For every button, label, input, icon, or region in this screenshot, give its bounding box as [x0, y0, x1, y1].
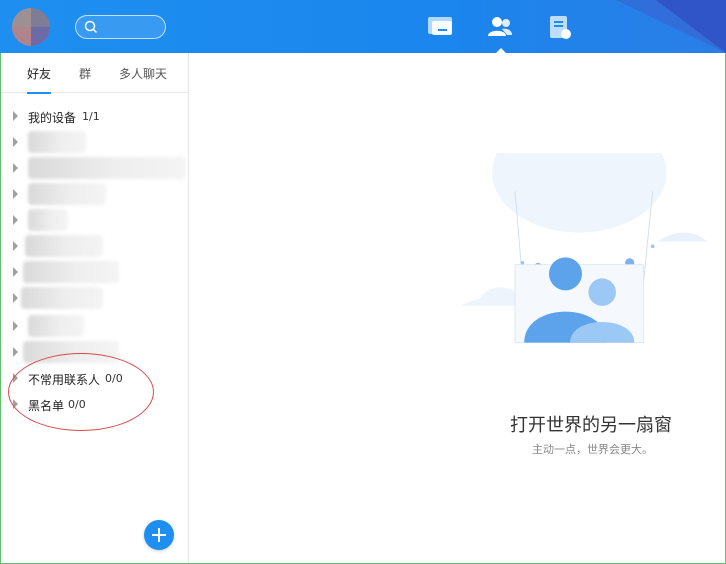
annotation-circle [8, 353, 154, 431]
group-redacted[interactable] [1, 287, 189, 309]
expand-arrow-icon [13, 215, 18, 225]
tab-friends[interactable]: 好友 [27, 65, 52, 94]
expand-arrow-icon [13, 111, 18, 121]
search-icon [84, 20, 98, 34]
nav-chat-button[interactable] [426, 12, 456, 42]
redacted-label [21, 287, 103, 309]
balloon-illustration [460, 153, 708, 344]
group-count: 1/1 [82, 110, 100, 123]
main-subtitle: 主动一点，世界会更大。 [532, 443, 653, 456]
group-redacted[interactable] [1, 183, 189, 205]
expand-arrow-icon [13, 321, 18, 331]
group-my-devices[interactable]: 我的设备 1/1 [1, 105, 189, 127]
corner-decoration [616, 0, 726, 53]
group-name: 我的设备 [28, 111, 77, 125]
file-icon [550, 16, 571, 39]
group-redacted[interactable] [1, 235, 189, 257]
contacts-sidebar: 好友 群 多人聊天 我的设备 1/1 不常用联系人 0/0 黑名单 0/0 [0, 53, 189, 564]
expand-arrow-icon [13, 267, 18, 277]
redacted-label [28, 157, 186, 179]
search-box[interactable] [75, 15, 166, 39]
contacts-icon [488, 17, 512, 36]
add-contact-button[interactable] [144, 520, 174, 550]
main-slogan: 打开世界的另一扇窗 [510, 415, 672, 436]
nav-contacts-button[interactable] [485, 12, 515, 54]
redacted-label [28, 315, 84, 337]
expand-arrow-icon [13, 293, 18, 303]
redacted-label [25, 235, 103, 257]
group-redacted[interactable] [1, 131, 189, 153]
chat-bubble-icon [428, 17, 452, 35]
tab-multi-chat[interactable]: 多人聊天 [119, 65, 167, 82]
expand-arrow-icon [13, 347, 18, 357]
group-redacted[interactable] [1, 315, 189, 337]
expand-arrow-icon [13, 189, 18, 199]
expand-arrow-icon [13, 163, 18, 173]
group-redacted[interactable] [1, 261, 189, 283]
nav-files-button[interactable] [545, 12, 575, 42]
group-redacted[interactable] [1, 209, 189, 231]
redacted-label [28, 209, 68, 231]
redacted-label [28, 131, 86, 153]
group-redacted[interactable] [1, 157, 189, 179]
expand-arrow-icon [13, 137, 18, 147]
search-input[interactable] [102, 18, 160, 36]
expand-arrow-icon [13, 241, 18, 251]
contact-tabs: 好友 群 多人聊天 [1, 53, 189, 94]
avatar[interactable] [12, 8, 50, 46]
main-panel: 打开世界的另一扇窗 主动一点，世界会更大。 [190, 53, 726, 564]
tab-groups[interactable]: 群 [79, 65, 91, 82]
redacted-label [23, 261, 119, 283]
redacted-label [28, 183, 106, 205]
top-bar [0, 0, 726, 54]
